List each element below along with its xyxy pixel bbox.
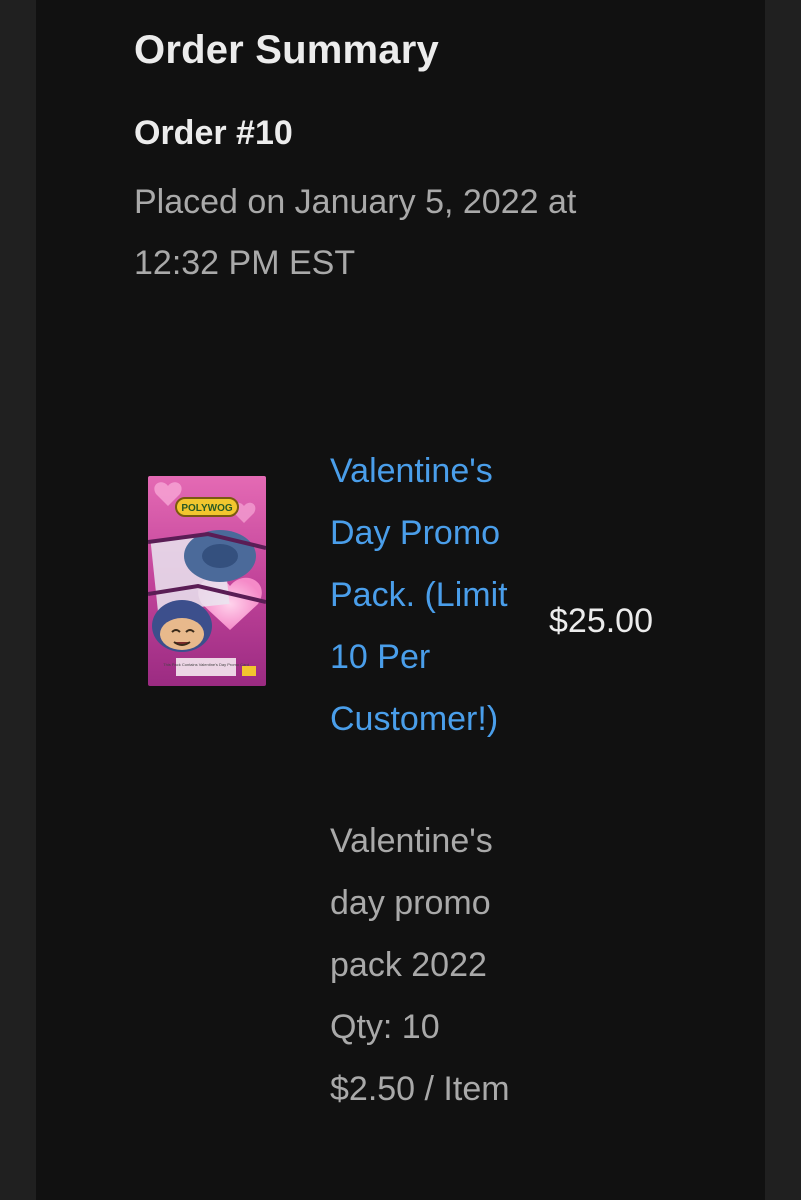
product-quantity: Qty: 10	[330, 1008, 440, 1046]
left-margin	[0, 0, 36, 1200]
right-margin	[765, 0, 801, 1200]
product-name-link[interactable]: Valentine's Day Promo Pack. (Limit 10 Pe…	[330, 440, 540, 750]
line-item-details: Valentine's day promo pack 2022 Qty: 10 …	[330, 810, 540, 1120]
product-description: Valentine's day promo pack 2022	[330, 822, 493, 984]
order-placed-date: Placed on January 5, 2022 at 12:32 PM ES…	[134, 183, 577, 282]
product-image: POLYWOG This Pack Contains Valentine's D…	[148, 476, 266, 686]
product-unit-price: $2.50 / Item	[330, 1070, 510, 1108]
product-thumbnail[interactable]: POLYWOG This Pack Contains Valentine's D…	[148, 476, 266, 686]
line-item-price: $25.00	[549, 602, 653, 640]
order-number: Order #10	[134, 114, 293, 152]
order-summary-title: Order Summary	[134, 28, 439, 72]
product-image-caption: This Pack Contains Valentine's Day Promo…	[163, 662, 249, 667]
product-logo-text: POLYWOG	[181, 503, 233, 514]
